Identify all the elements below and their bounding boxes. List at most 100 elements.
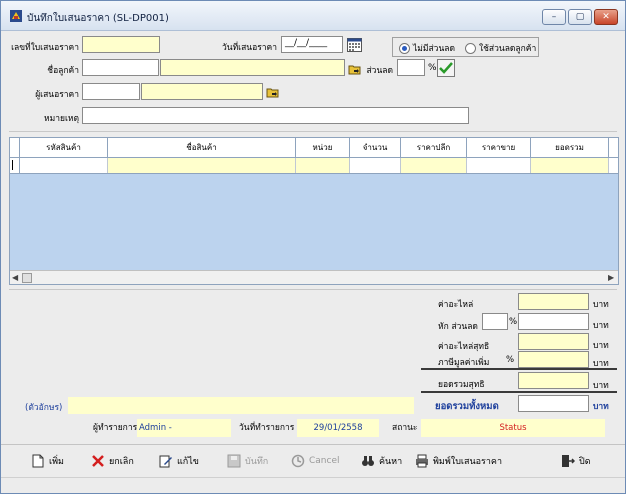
net-cost-currency: บาท: [593, 341, 609, 351]
void-icon: [291, 454, 305, 468]
maximize-button[interactable]: ▢: [568, 9, 592, 25]
search-button[interactable]: ค้นหา: [361, 452, 402, 470]
cancel-button[interactable]: ยกเลิก: [91, 452, 134, 470]
user-value: Admin -: [137, 419, 231, 437]
entry-date-label: วันที่ทำรายการ: [239, 423, 295, 433]
col-quantity[interactable]: จำนวน: [350, 138, 401, 158]
binoculars-icon: [362, 456, 374, 466]
minimize-button[interactable]: –: [542, 9, 566, 25]
row-indicator: [10, 158, 20, 173]
print-quote-button[interactable]: พิมพ์ใบเสนอราคา: [415, 452, 502, 470]
status-strip: [1, 477, 625, 493]
exit-icon: [562, 455, 575, 467]
remark-field[interactable]: [82, 107, 469, 124]
radio-no-discount[interactable]: ไม่มีส่วนลด: [399, 41, 455, 55]
save-button-label: บันทึก: [245, 457, 269, 467]
customer-name-field[interactable]: [160, 59, 345, 76]
search-customer-icon[interactable]: [348, 62, 362, 76]
col-product-name[interactable]: ชื่อสินค้า: [108, 138, 296, 158]
cell-product-code[interactable]: [20, 158, 108, 173]
less-discount-amount-field[interactable]: [518, 313, 589, 330]
less-discount-label: หัก ส่วนลด: [438, 322, 478, 332]
summary-separator: [421, 391, 617, 393]
app-icon: [10, 10, 22, 22]
col-product-code[interactable]: รหัสสินค้า: [20, 138, 108, 158]
cell-sale-price[interactable]: [467, 158, 531, 173]
radio-customer-discount-label: ใช้ส่วนลดลูกค้า: [479, 44, 537, 54]
cell-retail-price[interactable]: [401, 158, 467, 173]
vat-percent-sign: %: [506, 355, 515, 365]
amount-in-words-label: (ตัวอักษร): [25, 403, 63, 413]
discount-label: ส่วนลด: [366, 66, 393, 76]
cell-quantity[interactable]: [350, 158, 401, 173]
grand-total-field[interactable]: [518, 395, 589, 412]
radio-no-discount-label: ไม่มีส่วนลด: [413, 44, 455, 54]
close-form-button-label: ปิด: [579, 457, 591, 467]
grid-horizontal-scrollbar[interactable]: ◀ ▶: [10, 270, 618, 284]
vat-field[interactable]: [518, 351, 589, 368]
grand-total-label: ยอดรวมทั้งหมด: [435, 401, 499, 412]
customer-label: ชื่อลูกค้า: [47, 66, 79, 76]
radio-no-discount-dot: [399, 42, 410, 54]
grid-corner: [10, 138, 20, 158]
grid-header: รหัสสินค้า ชื่อสินค้า หน่วย จำนวน ราคาปล…: [10, 138, 618, 158]
add-button[interactable]: เพิ่ม: [31, 452, 64, 470]
remark-label: หมายเหตุ: [44, 114, 79, 124]
search-button-label: ค้นหา: [379, 457, 403, 467]
scroll-left-icon[interactable]: ◀: [12, 273, 18, 282]
amount-in-words-field: [68, 397, 414, 414]
items-grid[interactable]: รหัสสินค้า ชื่อสินค้า หน่วย จำนวน ราคาปล…: [9, 137, 619, 285]
edit-button[interactable]: แก้ไข: [159, 452, 199, 470]
less-discount-currency: บาท: [593, 321, 609, 331]
col-unit[interactable]: หน่วย: [296, 138, 350, 158]
net-total-label: ยอดรวมสุทธิ: [438, 380, 485, 390]
discount-field[interactable]: [397, 59, 425, 76]
edit-button-label: แก้ไข: [177, 457, 199, 467]
window-title: บันทึกใบเสนอราคา (SL-DP001): [27, 13, 169, 24]
customer-code-field[interactable]: [82, 59, 159, 76]
presenter-name-field[interactable]: [141, 83, 263, 100]
scroll-right-icon[interactable]: ▶: [608, 273, 614, 282]
divider: [9, 289, 617, 290]
vat-label: ภาษีมูลค่าเพิ่ม: [438, 358, 490, 368]
edit-icon: [159, 455, 172, 468]
net-cost-field[interactable]: [518, 333, 589, 350]
close-window-button[interactable]: ✕: [594, 9, 618, 25]
col-sale-price[interactable]: ราคาขาย: [467, 138, 531, 158]
printer-icon: [416, 454, 428, 468]
add-doc-icon: [32, 454, 44, 468]
confirm-check-icon: [439, 62, 453, 74]
net-total-currency: บาท: [593, 381, 609, 391]
col-retail-price[interactable]: ราคาปลีก: [401, 138, 467, 158]
add-button-label: เพิ่ม: [49, 457, 64, 467]
void-button-label: Cancel: [309, 456, 340, 466]
search-presenter-icon[interactable]: [266, 85, 280, 99]
cost-field[interactable]: [518, 293, 589, 310]
save-button[interactable]: บันทึก: [227, 452, 268, 470]
discount-percent-sign: %: [428, 63, 437, 73]
void-button[interactable]: Cancel: [291, 452, 340, 470]
cell-unit[interactable]: [296, 158, 350, 173]
quote-no-field[interactable]: [82, 36, 160, 53]
status-badge: Status: [421, 419, 605, 437]
radio-customer-discount-dot: [465, 42, 476, 54]
presenter-label: ผู้เสนอราคา: [35, 90, 79, 100]
scroll-thumb[interactable]: [22, 273, 32, 283]
quote-date-field[interactable]: __/__/____: [281, 36, 343, 53]
cell-total[interactable]: [531, 158, 609, 173]
cell-product-name[interactable]: [108, 158, 296, 173]
title-bar: บันทึกใบเสนอราคา (SL-DP001) – ▢ ✕: [1, 1, 625, 31]
presenter-code-field[interactable]: [82, 83, 140, 100]
col-total[interactable]: ยอดรวม: [531, 138, 609, 158]
net-cost-label: ค่าอะไหล่สุทธิ: [438, 342, 490, 352]
confirm-discount-button[interactable]: [437, 59, 455, 77]
less-discount-percent-field[interactable]: [482, 313, 508, 330]
grand-total-currency: บาท: [593, 402, 609, 412]
net-total-field[interactable]: [518, 372, 589, 389]
calendar-icon[interactable]: [347, 37, 362, 52]
close-form-button[interactable]: ปิด: [561, 452, 591, 470]
state-label: สถานะ: [392, 423, 418, 433]
entry-date-value: 29/01/2558: [297, 419, 379, 437]
radio-customer-discount[interactable]: ใช้ส่วนลดลูกค้า: [465, 41, 536, 55]
table-row[interactable]: [10, 158, 618, 174]
